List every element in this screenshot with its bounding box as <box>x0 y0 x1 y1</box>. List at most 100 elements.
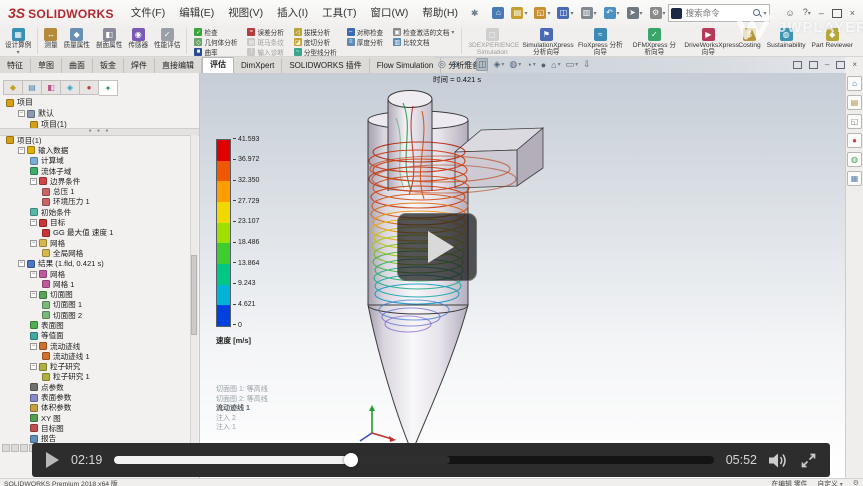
quick-access-button[interactable]: ↶▾ <box>602 6 622 20</box>
volume-icon[interactable] <box>769 453 789 468</box>
menu-item[interactable]: 插入(I) <box>270 0 315 26</box>
menu-item[interactable]: 帮助(H) <box>415 0 465 26</box>
tree-expander-icon[interactable]: − <box>18 260 25 267</box>
tree-item[interactable]: GG 最大值 速度 1 <box>2 228 190 238</box>
close-button[interactable]: × <box>850 7 855 19</box>
tree-item[interactable]: 流动迹线 1 <box>2 351 190 361</box>
ribbon-button[interactable]: ■曲率 <box>192 47 239 57</box>
ribbon-button[interactable]: ◧剖面属性 <box>93 26 125 56</box>
camera-icon[interactable]: ⇩ <box>583 59 591 70</box>
command-tab-曲面[interactable]: 曲面 <box>62 58 93 73</box>
tree-item[interactable]: 表面图 <box>2 320 190 330</box>
flow-simulation-tab[interactable]: ✦ <box>99 80 118 96</box>
pin-menu-icon[interactable]: ✱ <box>465 8 485 19</box>
ribbon-button[interactable]: ⇔对称检查 <box>345 27 385 37</box>
tree-item[interactable]: 等值面 <box>2 331 190 341</box>
quick-access-button[interactable]: ◫▾ <box>555 6 575 20</box>
file-explorer-icon[interactable]: ◱ <box>847 114 862 129</box>
tree-item[interactable]: 切面图 1 <box>2 300 190 310</box>
ribbon-button[interactable]: ◆Part Reviewer <box>809 26 856 56</box>
tree-item[interactable]: 网格 1 <box>2 279 190 289</box>
tree-item[interactable]: −流动迹线 <box>2 341 190 351</box>
search-icon[interactable] <box>752 8 762 18</box>
command-tab-Flow Simulation[interactable]: Flow Simulation <box>370 58 441 73</box>
status-custom-button[interactable]: 自定义 ▾ <box>817 478 842 486</box>
help-button[interactable]: ?▾ <box>803 6 811 20</box>
ribbon-button[interactable]: ⚑SimulationXpress 分析向导 <box>519 26 573 56</box>
view-orientation-icon[interactable]: ◈▾ <box>493 59 504 70</box>
quick-access-button[interactable]: ⌂ <box>490 6 506 20</box>
ribbon-button[interactable]: ↔测量 <box>41 26 60 56</box>
hide-show-items-icon[interactable]: ◔▾ <box>526 60 535 70</box>
video-play-overlay-button[interactable] <box>397 213 477 281</box>
zoom-area-icon[interactable]: ⊕ <box>451 59 459 70</box>
feature-manager-tab[interactable]: ◆ <box>3 80 23 95</box>
scene-icon[interactable]: ◍ <box>847 152 862 167</box>
tree-item[interactable]: 初始条件 <box>2 207 190 217</box>
tree-item[interactable]: 目标图 <box>2 423 190 433</box>
ribbon-button[interactable]: $Costing <box>735 26 763 56</box>
tree-item[interactable]: 体积参数 <box>2 403 190 413</box>
ribbon-button[interactable]: ◇几何体分析 <box>192 37 239 47</box>
status-options-icon[interactable]: ⚙ <box>853 479 859 486</box>
command-tab-直接编辑[interactable]: 直接编辑 <box>155 58 202 73</box>
ribbon-button[interactable]: ▦设计算例▾ <box>2 26 34 56</box>
section-view-icon[interactable]: ◫ <box>476 58 489 71</box>
tree-expander-icon[interactable]: − <box>30 271 37 278</box>
tree-filter-button[interactable] <box>2 444 10 452</box>
minimize-button[interactable]: – <box>819 7 824 19</box>
tree-expander-icon[interactable]: − <box>30 291 37 298</box>
configuration-manager-tab[interactable]: ◧ <box>42 80 61 95</box>
tree-expander-icon[interactable]: − <box>18 110 25 117</box>
tree-item[interactable]: −粒子研究 <box>2 362 190 372</box>
quick-access-button[interactable]: ▤▾ <box>509 6 529 20</box>
tree-item[interactable]: −边界条件 <box>2 176 190 186</box>
command-tab-钣金[interactable]: 钣金 <box>93 58 124 73</box>
home-icon[interactable]: ⌂ <box>847 76 862 91</box>
ribbon-button[interactable]: ◉传感器 <box>125 26 151 56</box>
doc-window-icon[interactable] <box>809 61 818 69</box>
tree-item[interactable]: 计算域 <box>2 156 190 166</box>
command-tab-焊件[interactable]: 焊件 <box>124 58 155 73</box>
tree-item[interactable]: 粒子研究 1 <box>2 372 190 382</box>
ribbon-button[interactable]: ✓检查 <box>192 27 239 37</box>
previous-view-icon[interactable]: ↶ <box>463 59 471 70</box>
search-box[interactable]: ▾ <box>668 4 770 22</box>
ribbon-button[interactable]: ▥比较文档 <box>391 37 456 47</box>
command-tab-SOLIDWORKS 插件[interactable]: SOLIDWORKS 插件 <box>282 58 369 73</box>
tree-expander-icon[interactable]: − <box>30 219 37 226</box>
tree-expander-icon[interactable]: − <box>18 147 25 154</box>
tree-item[interactable]: −目标 <box>2 217 190 227</box>
quick-access-button[interactable]: ◱▾ <box>532 6 552 20</box>
dimxpert-manager-tab[interactable]: ◈ <box>61 80 80 95</box>
tree-filter-button[interactable] <box>11 444 19 452</box>
ribbon-button[interactable]: ▣检查激活的文档▾ <box>391 27 456 37</box>
command-tab-草图[interactable]: 草图 <box>31 58 62 73</box>
custom-properties-icon[interactable]: ▦ <box>847 171 862 186</box>
tree-item[interactable]: 项目 <box>2 97 192 108</box>
zoom-fit-icon[interactable]: ◎ <box>438 59 446 70</box>
appearances-icon[interactable]: ● <box>847 133 862 148</box>
doc-minimize-button[interactable]: – <box>825 59 829 71</box>
ribbon-button[interactable]: ◆质量属性 <box>61 26 93 56</box>
tree-item[interactable]: 项目(1) <box>2 135 190 145</box>
ribbon-button[interactable]: ~分型线分析 <box>292 47 339 57</box>
tree-item[interactable]: 总压 1 <box>2 186 190 196</box>
quick-access-button[interactable]: ▥▾ <box>579 6 599 20</box>
video-scrubber-knob[interactable] <box>344 453 358 467</box>
property-manager-tab[interactable]: ▤ <box>23 80 42 95</box>
tree-item[interactable]: −结果 (1.fld, 0.421 s) <box>2 259 190 269</box>
tree-item[interactable]: 点参数 <box>2 382 190 392</box>
ribbon-button[interactable]: ≈FloXpress 分析向导 <box>573 26 627 56</box>
tree-scrollbar-thumb[interactable] <box>191 255 197 335</box>
tree-item[interactable]: −默认 <box>2 108 192 119</box>
restore-button[interactable] <box>832 9 842 18</box>
ribbon-button[interactable]: ▶DriveWorksXpress 向导 <box>681 26 735 56</box>
doc-window-icon[interactable] <box>793 61 802 69</box>
display-style-icon[interactable]: ◍▾ <box>509 59 521 70</box>
ribbon-button[interactable]: ≡厚度分析 <box>345 37 385 47</box>
search-caret-icon[interactable]: ▾ <box>764 10 767 17</box>
tree-item[interactable]: −网格 <box>2 238 190 248</box>
command-tab-DimXpert[interactable]: DimXpert <box>234 58 282 73</box>
menu-item[interactable]: 工具(T) <box>315 0 363 26</box>
